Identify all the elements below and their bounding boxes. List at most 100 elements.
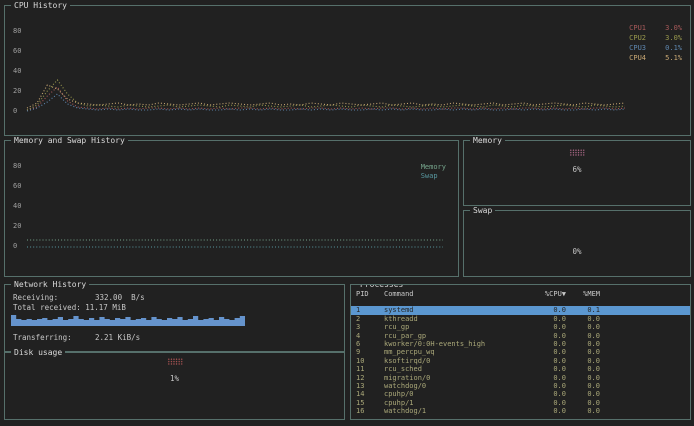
process-cpu: 0.0 xyxy=(534,357,566,365)
disk-usage-dots xyxy=(167,358,182,365)
processes-title: Processes xyxy=(357,284,406,289)
panel-memory-gauge: Memory 6% xyxy=(463,140,691,206)
process-command: kworker/0:0H-events_high xyxy=(384,340,530,348)
total-received-label: Total received: xyxy=(13,303,81,312)
process-command: cpuhp/0 xyxy=(384,390,530,398)
memswap-history-chart xyxy=(5,141,460,278)
memory-usage-value: 6% xyxy=(464,165,690,174)
process-pid: 16 xyxy=(356,407,380,415)
process-row[interactable]: 9 mm_percpu_wq 0.0 0.0 xyxy=(351,348,690,356)
column-mem[interactable]: %MEM xyxy=(570,290,600,298)
process-cpu: 0.0 xyxy=(534,348,566,356)
process-cpu: 0.0 xyxy=(534,332,566,340)
process-pid: 9 xyxy=(356,348,380,356)
process-command: kthreadd xyxy=(384,315,530,323)
panel-cpu-history: CPU History 806040200 CPU13.0%CPU23.0%CP… xyxy=(4,5,691,136)
panel-processes: Processes PID Command %CPU▼ %MEM 1 system… xyxy=(350,284,691,420)
process-pid: 13 xyxy=(356,382,380,390)
process-pid: 12 xyxy=(356,374,380,382)
process-mem: 0.1 xyxy=(570,306,600,314)
process-row[interactable]: 1 systemd 0.0 0.1 xyxy=(351,306,690,314)
process-command: cpuhp/1 xyxy=(384,399,530,407)
process-mem: 0.0 xyxy=(570,407,600,415)
process-mem: 0.0 xyxy=(570,357,600,365)
process-cpu: 0.0 xyxy=(534,407,566,415)
process-mem: 0.0 xyxy=(570,390,600,398)
cpu-legend-label: CPU3 xyxy=(629,43,646,53)
memswap-legend: MemorySwap xyxy=(421,163,446,181)
process-cpu: 0.0 xyxy=(534,323,566,331)
transferring-label: Transferring: xyxy=(13,333,95,342)
cpu-legend-item: CPU30.1% xyxy=(629,43,682,53)
disk-usage-value: 1% xyxy=(5,374,344,383)
process-command: rcu_sched xyxy=(384,365,530,373)
process-cpu: 0.0 xyxy=(534,315,566,323)
process-row[interactable]: 12 migration/0 0.0 0.0 xyxy=(351,374,690,382)
network-receiving-sparkline xyxy=(11,314,245,326)
system-monitor-screen: CPU History 806040200 CPU13.0%CPU23.0%CP… xyxy=(0,0,694,426)
process-row[interactable]: 2kthreadd0.00.0 xyxy=(351,315,690,323)
transferring-value: 2.21 KiB/s xyxy=(95,333,140,342)
cpu-legend-value: 3.0% xyxy=(656,33,682,43)
cpu-legend-value: 5.1% xyxy=(656,53,682,63)
process-mem: 0.0 xyxy=(570,374,600,382)
panel-memswap-history: Memory and Swap History 806040200 Memory… xyxy=(4,140,459,277)
process-command: watchdog/1 xyxy=(384,407,530,415)
process-pid: 10 xyxy=(356,357,380,365)
process-command: migration/0 xyxy=(384,374,530,382)
processes-header: PID Command %CPU▼ %MEM xyxy=(351,290,690,298)
process-row[interactable]: 3rcu_gp0.00.0 xyxy=(351,323,690,331)
process-pid: 14 xyxy=(356,390,380,398)
process-row[interactable]: 4rcu_par_gp0.00.0 xyxy=(351,332,690,340)
receiving-label: Receiving: xyxy=(13,293,95,302)
network-receiving-line: Receiving:332.00 B/s xyxy=(13,293,145,302)
processes-list: 1systemd0.00.12kthreadd0.00.03rcu_gp0.00… xyxy=(351,306,690,415)
cpu-legend: CPU13.0%CPU23.0%CPU30.1%CPU45.1% xyxy=(629,23,682,63)
process-row[interactable]: 6kworker/0:0H-events_high0.00.0 xyxy=(351,340,690,348)
process-pid: 1 xyxy=(356,306,380,314)
network-history-title: Network History xyxy=(11,280,89,289)
memory-gauge-title: Memory xyxy=(470,136,505,145)
process-command: rcu_par_gp xyxy=(384,332,530,340)
column-command[interactable]: Command xyxy=(384,290,530,298)
panel-network-history: Network History Receiving:332.00 B/s Tot… xyxy=(4,284,345,352)
disk-usage-title: Disk usage xyxy=(11,348,65,357)
cpu-legend-item: CPU1 3.0% xyxy=(629,23,682,33)
process-row[interactable]: 13watchdog/00.00.0 xyxy=(351,382,690,390)
swap-usage-value: 0% xyxy=(464,247,690,256)
memswap-legend-label: Swap xyxy=(421,172,446,181)
process-row[interactable]: 16 watchdog/1 0.0 0.0 xyxy=(351,407,690,415)
process-mem: 0.0 xyxy=(570,323,600,331)
process-row[interactable]: 14cpuhp/00.00.0 xyxy=(351,390,690,398)
process-command: watchdog/0 xyxy=(384,382,530,390)
cpu-legend-value: 3.0% xyxy=(656,23,682,33)
process-pid: 11 xyxy=(356,365,380,373)
process-pid: 15 xyxy=(356,399,380,407)
process-cpu: 0.0 xyxy=(534,306,566,314)
total-received-value: 11.17 MiB xyxy=(85,303,126,312)
process-cpu: 0.0 xyxy=(534,399,566,407)
cpu-history-chart xyxy=(5,6,692,137)
process-cpu: 0.0 xyxy=(534,365,566,373)
process-pid: 3 xyxy=(356,323,380,331)
process-pid: 6 xyxy=(356,340,380,348)
process-mem: 0.0 xyxy=(570,340,600,348)
memory-usage-dots xyxy=(570,149,585,156)
network-total-line: Total received: 11.17 MiB xyxy=(13,303,126,312)
process-mem: 0.0 xyxy=(570,399,600,407)
process-row[interactable]: 11rcu_sched0.00.0 xyxy=(351,365,690,373)
process-mem: 0.0 xyxy=(570,382,600,390)
column-pid[interactable]: PID xyxy=(356,290,380,298)
process-row[interactable]: 10 ksoftirqd/0 0.0 0.0 xyxy=(351,357,690,365)
process-mem: 0.0 xyxy=(570,348,600,356)
process-command: ksoftirqd/0 xyxy=(384,357,530,365)
column-cpu-sort[interactable]: %CPU▼ xyxy=(534,290,566,298)
process-cpu: 0.0 xyxy=(534,374,566,382)
process-row[interactable]: 15 cpuhp/1 0.0 0.0 xyxy=(351,399,690,407)
swap-gauge-title: Swap xyxy=(470,206,495,215)
receiving-value: 332.00 B/s xyxy=(95,293,145,302)
process-command: systemd xyxy=(384,306,530,314)
process-mem: 0.0 xyxy=(570,332,600,340)
process-command: mm_percpu_wq xyxy=(384,348,530,356)
cpu-legend-label: CPU1 xyxy=(629,23,646,33)
